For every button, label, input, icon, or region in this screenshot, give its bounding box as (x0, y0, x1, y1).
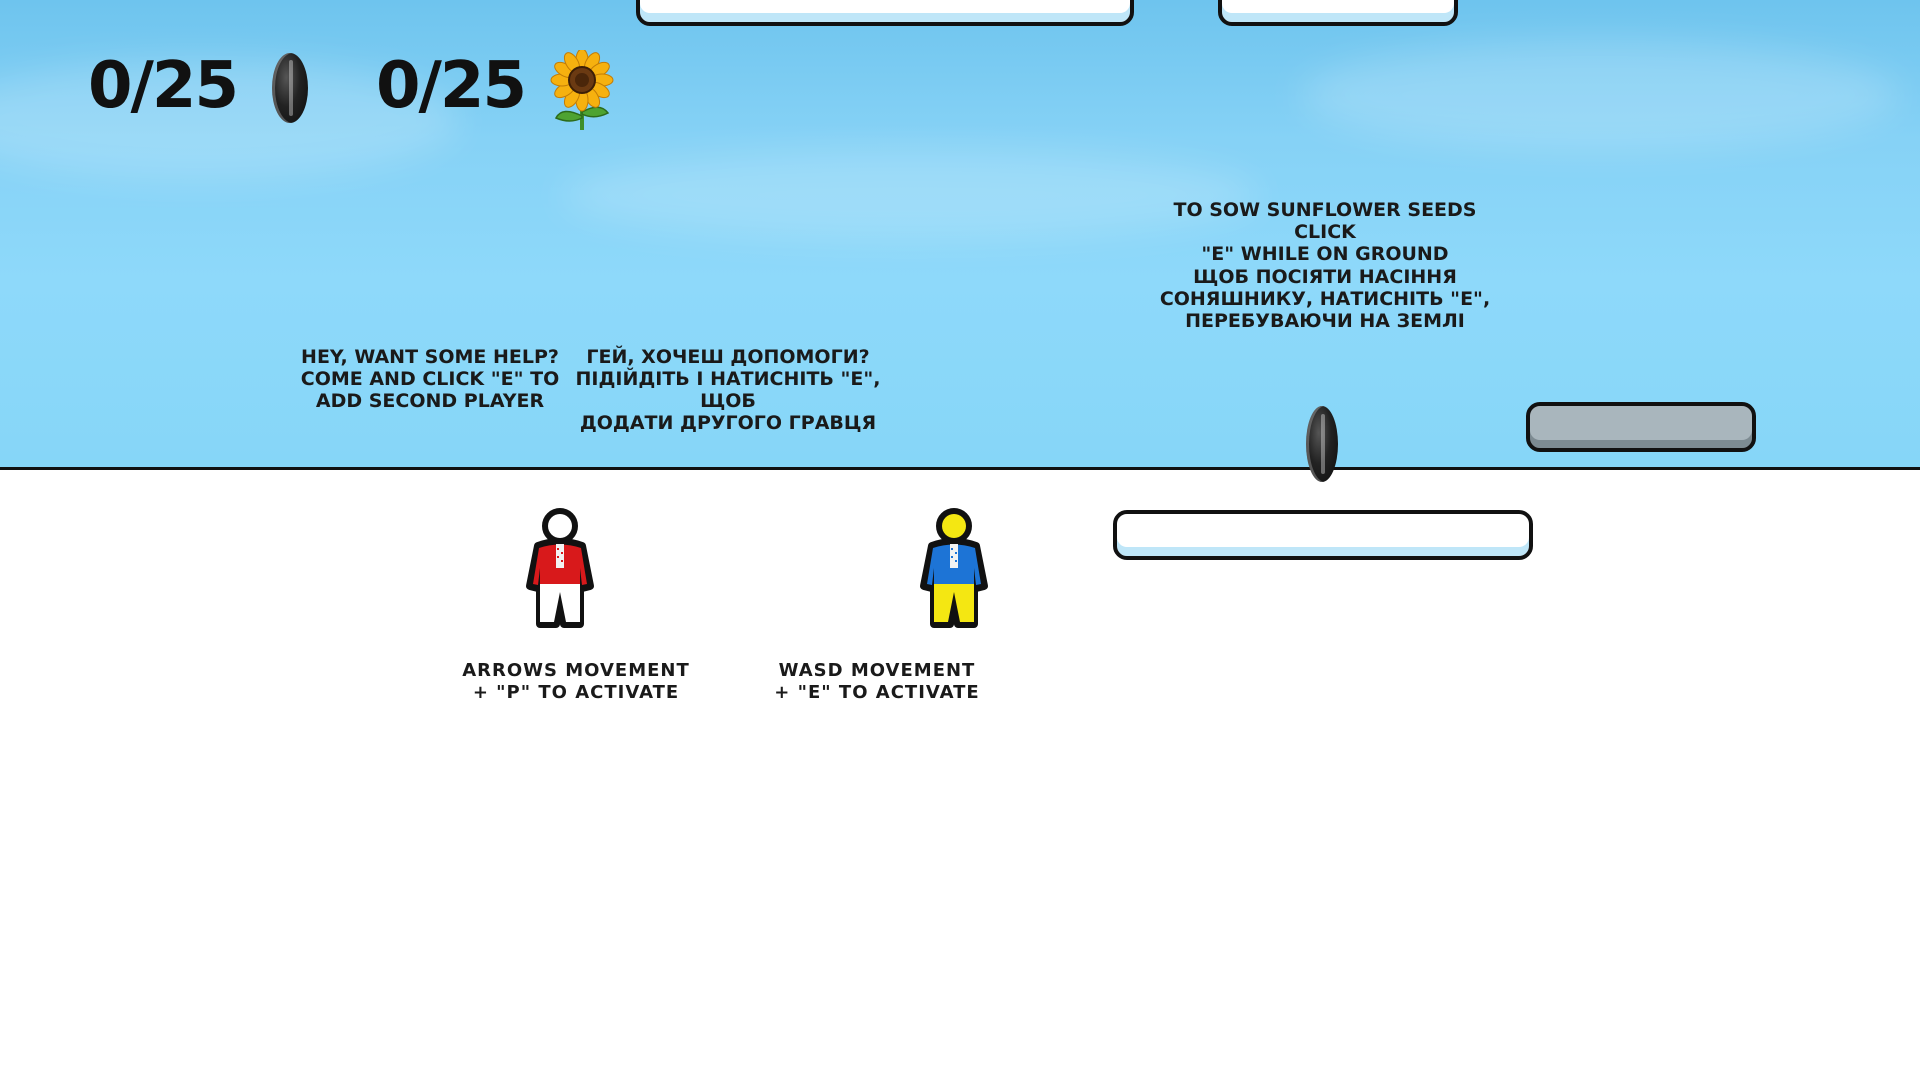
help-hint-ukrainian: ГЕЙ, ХОЧЕШ ДОПОМОГИ? ПІДІЙДІТЬ І НАТИСНІ… (575, 346, 881, 434)
player-red-controls: ARROWS MOVEMENT + "P" TO ACTIVATE (462, 660, 690, 703)
cloud (1300, 40, 1900, 150)
game-stage: 0/25 0/25 HEY, WANT SOME HELP? COME AND … (0, 0, 1920, 1080)
player-blue (920, 508, 988, 628)
player-blue-controls: WASD MOVEMENT + "E" TO ACTIVATE (774, 660, 980, 703)
collectible-seed[interactable] (1306, 406, 1338, 482)
cloud-platform-top-left (636, 0, 1134, 26)
player-red (526, 508, 594, 628)
help-hint-english: HEY, WANT SOME HELP? COME AND CLICK "E" … (300, 346, 560, 412)
sunflower-icon (550, 50, 614, 130)
seeds-counter: 0/25 (88, 49, 239, 123)
cloud-platform (1113, 510, 1533, 560)
sow-hint-english: TO SOW SUNFLOWER SEEDS CLICK "E" WHILE O… (1173, 199, 1477, 265)
sow-hint-ukrainian: ЩОБ ПОСІЯТИ НАСІННЯ СОНЯШНИКУ, НАТИСНІТЬ… (1159, 266, 1491, 332)
sunflower-seed-icon (272, 53, 308, 123)
cloud-platform-top-right (1218, 0, 1458, 26)
stone-platform (1526, 402, 1756, 452)
sunflowers-counter: 0/25 (376, 49, 527, 123)
